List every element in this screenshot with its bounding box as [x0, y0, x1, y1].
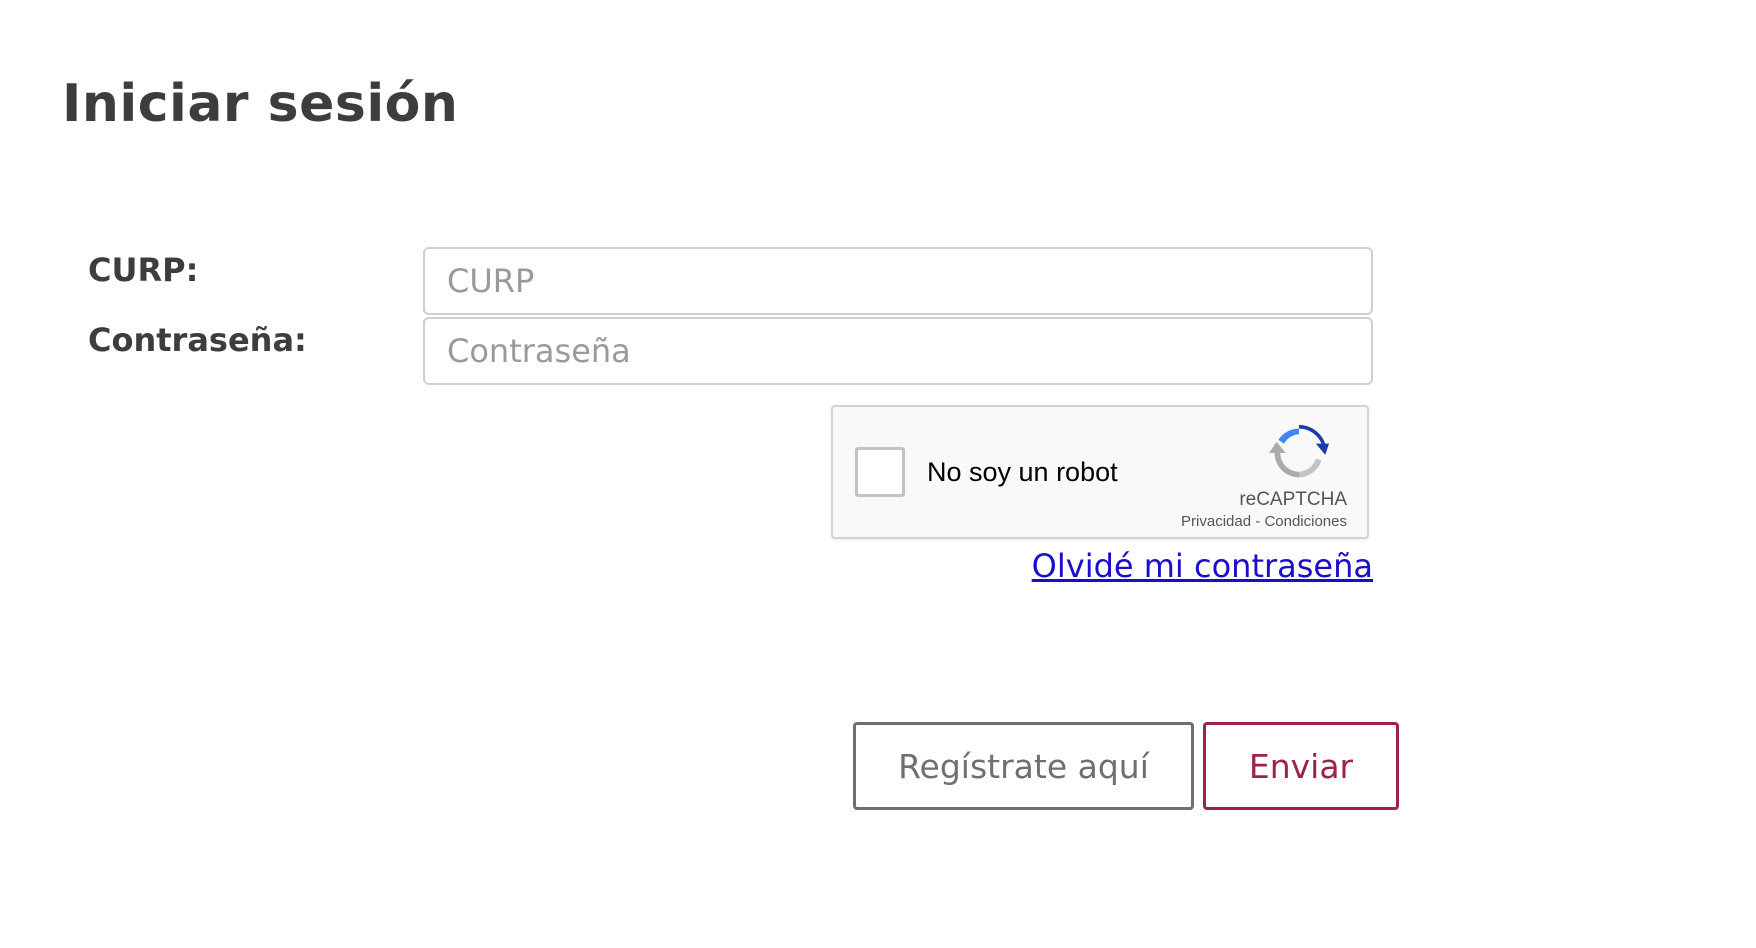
submit-button[interactable]: Enviar: [1203, 722, 1399, 810]
recaptcha-checkbox[interactable]: [855, 447, 905, 497]
curp-label: CURP:: [88, 251, 199, 289]
password-input[interactable]: [423, 317, 1373, 385]
recaptcha-logo-icon: [1269, 424, 1329, 478]
curp-input[interactable]: [423, 247, 1373, 315]
recaptcha-terms-link[interactable]: Condiciones: [1264, 513, 1347, 530]
page-title: Iniciar sesión: [62, 74, 459, 134]
recaptcha-brand: reCAPTCHA: [1239, 489, 1347, 510]
forgot-password-link[interactable]: Olvidé mi contraseña: [1032, 546, 1373, 586]
recaptcha-privacy-link[interactable]: Privacidad: [1181, 513, 1251, 530]
password-label: Contraseña:: [88, 321, 307, 359]
recaptcha-widget: No soy un robot reCAPTCHA Privacidad - C…: [831, 405, 1369, 539]
recaptcha-checkbox-label: No soy un robot: [927, 457, 1118, 487]
register-button[interactable]: Regístrate aquí: [853, 722, 1194, 810]
recaptcha-links: Privacidad - Condiciones: [1181, 513, 1347, 531]
recaptcha-links-separator: -: [1251, 513, 1265, 530]
